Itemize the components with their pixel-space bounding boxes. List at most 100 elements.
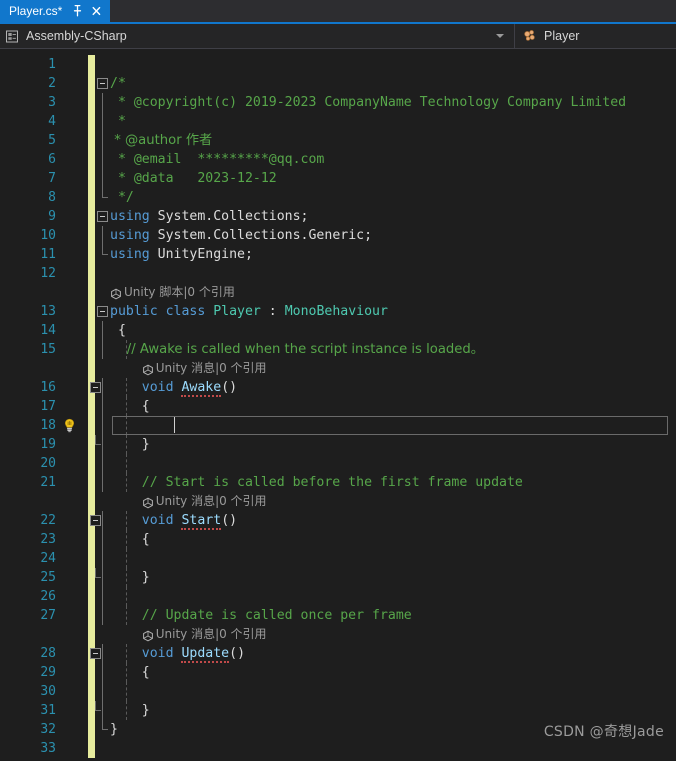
outlining-glyph[interactable]	[95, 701, 111, 720]
outlining-glyph[interactable]	[97, 131, 111, 150]
outlining-glyph[interactable]	[97, 397, 111, 416]
code-line-row[interactable]: 17 {	[0, 397, 676, 416]
outlining-glyph[interactable]	[97, 473, 111, 492]
codelens-label[interactable]: Unity 脚本|0 个引用	[124, 283, 235, 302]
outlining-glyph[interactable]	[97, 663, 111, 682]
editor-tab-player-cs[interactable]: Player.cs*	[0, 0, 111, 22]
codelens-label[interactable]: Unity 消息|0 个引用	[156, 359, 267, 378]
code-text[interactable]: using UnityEngine;	[110, 245, 253, 264]
code-text[interactable]: }	[110, 720, 118, 739]
outlining-glyph[interactable]	[97, 321, 111, 340]
outlining-glyph[interactable]	[97, 416, 111, 435]
codelens-row[interactable]: Unity 消息|0 个引用	[0, 625, 676, 644]
type-selector[interactable]: Player	[514, 23, 676, 49]
code-text[interactable]: * @data 2023-12-12	[110, 169, 277, 188]
code-line-row[interactable]: 23 {	[0, 530, 676, 549]
code-text[interactable]: }	[110, 701, 150, 720]
code-text[interactable]: void Awake()	[110, 378, 237, 397]
outlining-glyph[interactable]	[90, 511, 111, 530]
code-text[interactable]: using System.Collections.Generic;	[110, 226, 372, 245]
outlining-glyph[interactable]	[97, 606, 111, 625]
chevron-down-icon[interactable]	[496, 34, 504, 38]
code-text[interactable]: void Start()	[110, 511, 237, 530]
code-line-row[interactable]: 18	[0, 416, 676, 435]
code-text[interactable]: void Update()	[110, 644, 245, 663]
code-text[interactable]: }	[110, 435, 150, 454]
code-line-row[interactable]: 12	[0, 264, 676, 283]
code-line-row[interactable]: 9 using System.Collections;	[0, 207, 676, 226]
lightbulb-icon[interactable]	[62, 418, 77, 434]
code-line-row[interactable]: 25 }	[0, 568, 676, 587]
code-text[interactable]: * @email *********@qq.com	[110, 150, 324, 169]
code-line-row[interactable]: 21 // Start is called before the first f…	[0, 473, 676, 492]
code-text[interactable]: using System.Collections;	[110, 207, 309, 226]
outlining-glyph[interactable]	[95, 435, 111, 454]
pin-icon[interactable]	[71, 4, 84, 18]
codelens-label[interactable]: Unity 消息|0 个引用	[156, 625, 267, 644]
codelens-annotation[interactable]: Unity 消息|0 个引用	[142, 625, 267, 644]
code-text[interactable]: {	[110, 530, 150, 549]
outlining-glyph[interactable]	[97, 530, 111, 549]
code-line-row[interactable]: 11 using UnityEngine;	[0, 245, 676, 264]
code-line-row[interactable]: 29 {	[0, 663, 676, 682]
code-text[interactable]: *	[110, 112, 126, 131]
outlining-glyph[interactable]	[97, 74, 111, 93]
code-line-row[interactable]: 30	[0, 682, 676, 701]
outlining-glyph[interactable]	[97, 169, 111, 188]
code-line-row[interactable]: 27 // Update is called once per frame	[0, 606, 676, 625]
outlining-glyph[interactable]	[97, 682, 111, 701]
code-line-row[interactable]: 3 * @copyright(c) 2019-2023 CompanyName …	[0, 93, 676, 112]
collapse-box-icon[interactable]	[90, 382, 101, 393]
code-text[interactable]: */	[110, 188, 134, 207]
code-line-row[interactable]: 14 {	[0, 321, 676, 340]
code-line-row[interactable]: 7 * @data 2023-12-12	[0, 169, 676, 188]
code-text[interactable]: {	[110, 397, 150, 416]
code-text[interactable]: // Update is called once per frame	[110, 606, 412, 625]
collapse-box-icon[interactable]	[97, 78, 108, 89]
project-selector[interactable]: Assembly-CSharp	[0, 24, 514, 49]
code-line-row[interactable]: 22 void Start()	[0, 511, 676, 530]
outlining-glyph[interactable]	[97, 720, 111, 739]
outlining-glyph[interactable]	[97, 245, 111, 264]
codelens-label[interactable]: Unity 消息|0 个引用	[156, 492, 267, 511]
code-text[interactable]: /*	[110, 74, 126, 93]
code-line-row[interactable]: 20	[0, 454, 676, 473]
codelens-row[interactable]: Unity 脚本|0 个引用	[0, 283, 676, 302]
outlining-glyph[interactable]	[97, 188, 111, 207]
code-text[interactable]: {	[110, 321, 126, 340]
code-text[interactable]: * @author 作者	[110, 131, 212, 150]
code-line-row[interactable]: 13 public class Player : MonoBehaviour	[0, 302, 676, 321]
code-line-row[interactable]: 8 */	[0, 188, 676, 207]
code-line-row[interactable]: 6 * @email *********@qq.com	[0, 150, 676, 169]
collapse-box-icon[interactable]	[90, 515, 101, 526]
outlining-glyph[interactable]	[97, 93, 111, 112]
codelens-row[interactable]: Unity 消息|0 个引用	[0, 359, 676, 378]
code-line-row[interactable]: 15 // Awake is called when the script in…	[0, 340, 676, 359]
code-line-row[interactable]: 26	[0, 587, 676, 606]
code-text[interactable]: * @copyright(c) 2019-2023 CompanyName Te…	[110, 93, 626, 112]
code-line-row[interactable]: 2 /*	[0, 74, 676, 93]
code-text[interactable]: // Awake is called when the script insta…	[110, 340, 484, 359]
collapse-box-icon[interactable]	[90, 648, 101, 659]
outlining-glyph[interactable]	[97, 587, 111, 606]
outlining-glyph[interactable]	[95, 568, 111, 587]
code-text[interactable]: // Start is called before the first fram…	[110, 473, 523, 492]
outlining-glyph[interactable]	[97, 112, 111, 131]
outlining-glyph[interactable]	[97, 340, 111, 359]
outlining-glyph[interactable]	[97, 150, 111, 169]
code-text[interactable]: public class Player : MonoBehaviour	[110, 302, 388, 321]
code-line-row[interactable]: 33	[0, 739, 676, 758]
code-line-row[interactable]: 24	[0, 549, 676, 568]
code-text[interactable]: {	[110, 663, 150, 682]
close-icon[interactable]	[90, 4, 103, 18]
outlining-glyph[interactable]	[97, 302, 111, 321]
code-line-row[interactable]: 16 void Awake()	[0, 378, 676, 397]
codelens-annotation[interactable]: Unity 消息|0 个引用	[142, 492, 267, 511]
outlining-glyph[interactable]	[97, 549, 111, 568]
code-line-row[interactable]: 19 }	[0, 435, 676, 454]
code-line-row[interactable]: 4 *	[0, 112, 676, 131]
outlining-glyph[interactable]	[97, 207, 111, 226]
collapse-box-icon[interactable]	[97, 211, 108, 222]
code-line-row[interactable]: 10 using System.Collections.Generic;	[0, 226, 676, 245]
outlining-glyph[interactable]	[90, 644, 111, 663]
